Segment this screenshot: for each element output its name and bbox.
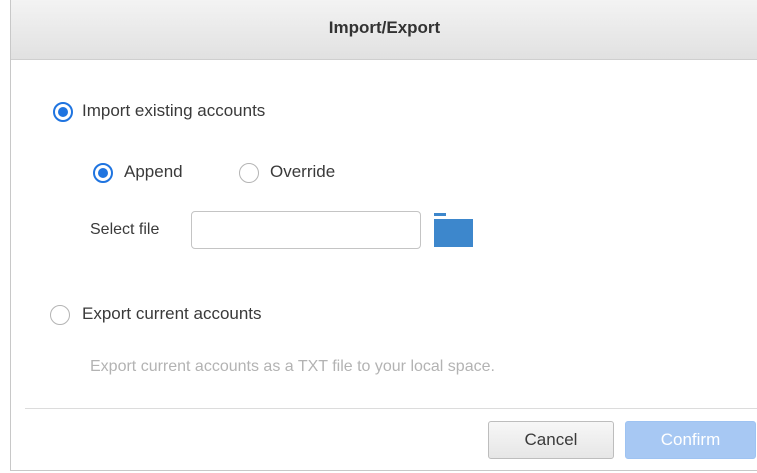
select-file-label: Select file — [90, 221, 160, 238]
dialog-titlebar: Import/Export — [11, 0, 757, 60]
import-export-dialog: Import/Export Import existing accounts A… — [10, 0, 757, 471]
import-accounts-radio[interactable] — [53, 102, 73, 122]
cancel-button[interactable]: Cancel — [488, 421, 614, 459]
append-radio[interactable] — [93, 163, 113, 183]
dialog-title: Import/Export — [328, 18, 441, 37]
override-label[interactable]: Override — [270, 162, 335, 182]
folder-icon[interactable] — [434, 213, 473, 247]
export-accounts-radio[interactable] — [50, 305, 70, 325]
import-accounts-label[interactable]: Import existing accounts — [82, 101, 265, 121]
footer-divider — [25, 408, 757, 409]
append-label[interactable]: Append — [124, 162, 183, 182]
select-file-input[interactable] — [191, 211, 421, 249]
override-radio[interactable] — [239, 163, 259, 183]
export-description: Export current accounts as a TXT file to… — [90, 358, 495, 375]
confirm-button[interactable]: Confirm — [625, 421, 756, 459]
export-accounts-label[interactable]: Export current accounts — [82, 304, 262, 324]
